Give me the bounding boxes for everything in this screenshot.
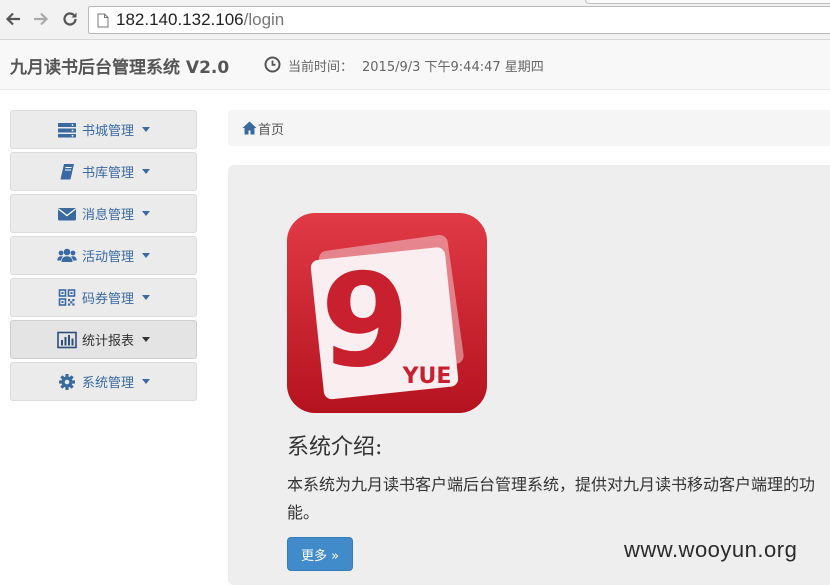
caret-down-icon [142,295,150,300]
forward-button[interactable] [30,8,52,30]
breadcrumb: 首页 [228,110,830,146]
arrow-right-icon [34,12,49,26]
caret-down-icon [142,127,150,132]
caret-down-icon [142,337,150,342]
arrow-left-icon [5,12,20,26]
app-logo: 9 YUE [287,213,487,413]
gear-icon [57,373,77,391]
users-icon [57,247,77,265]
url-text: 182.140.132.106/login [116,10,284,30]
browser-toolbar: 182.140.132.106/login [0,0,830,40]
sidebar-item-coupons[interactable]: 码券管理 [10,278,197,317]
server-icon [57,121,77,139]
logo-text: YUE [402,364,452,389]
more-button[interactable]: 更多 » [287,537,353,571]
address-bar[interactable]: 182.140.132.106/login [88,6,830,34]
intro-text: 本系统为九月读书客户端后台管理系统，提供对九月读书移动客户端理的功能。 [287,475,816,522]
app-title[interactable]: 九月读书后台管理系统 V2.0 [10,53,229,78]
caret-down-icon [142,253,150,258]
clock-icon [264,56,281,73]
envelope-icon [57,205,77,223]
breadcrumb-home-link[interactable]: 首页 [258,119,284,138]
home-icon[interactable] [242,121,257,135]
current-time-label: 当前时间： [288,60,354,75]
intro-title: 系统介绍: [287,435,383,460]
sidebar-item-label: 活动管理 [81,250,134,265]
sidebar-item-activities[interactable]: 活动管理 [10,236,197,275]
caret-down-icon [142,211,150,216]
url-path: /login [243,10,285,29]
sidebar-item-label: 统计报表 [81,334,134,349]
sidebar-item-label: 消息管理 [81,208,134,223]
sidebar-item-library[interactable]: 书库管理 [10,152,197,191]
main-panel: 9 YUE 系统介绍: 本系统为九月读书客户端后台管理系统，提供对九月读书移动客… [228,165,830,585]
caret-down-icon [142,379,150,384]
page-icon [97,13,109,27]
current-time-value: 2015/9/3 下午9:44:47 星期四 [362,60,544,75]
logo-numeral: 9 [320,247,409,396]
caret-down-icon [142,169,150,174]
url-host: 182.140.132.106 [116,10,244,29]
sidebar-item-label: 书库管理 [81,166,134,181]
bar-chart-icon [57,331,77,349]
sidebar-item-reports[interactable]: 统计报表 [10,320,197,359]
book-icon [57,163,77,181]
sidebar-item-system[interactable]: 系统管理 [10,362,197,401]
sidebar-item-label: 书城管理 [81,124,134,139]
reload-button[interactable] [59,8,81,30]
back-button[interactable] [2,8,24,30]
qrcode-icon [57,288,77,307]
watermark: www.wooyun.org [624,537,798,562]
sidebar-item-messages[interactable]: 消息管理 [10,194,197,233]
reload-icon [63,12,77,26]
app-header: 九月读书后台管理系统 V2.0 当前时间： 2015/9/3 下午9:44:47… [0,40,830,90]
browser-tab-edge [585,0,830,4]
sidebar-item-label: 码券管理 [81,292,134,307]
sidebar-item-label: 系统管理 [81,376,134,391]
sidebar-item-bookstore[interactable]: 书城管理 [10,110,197,149]
